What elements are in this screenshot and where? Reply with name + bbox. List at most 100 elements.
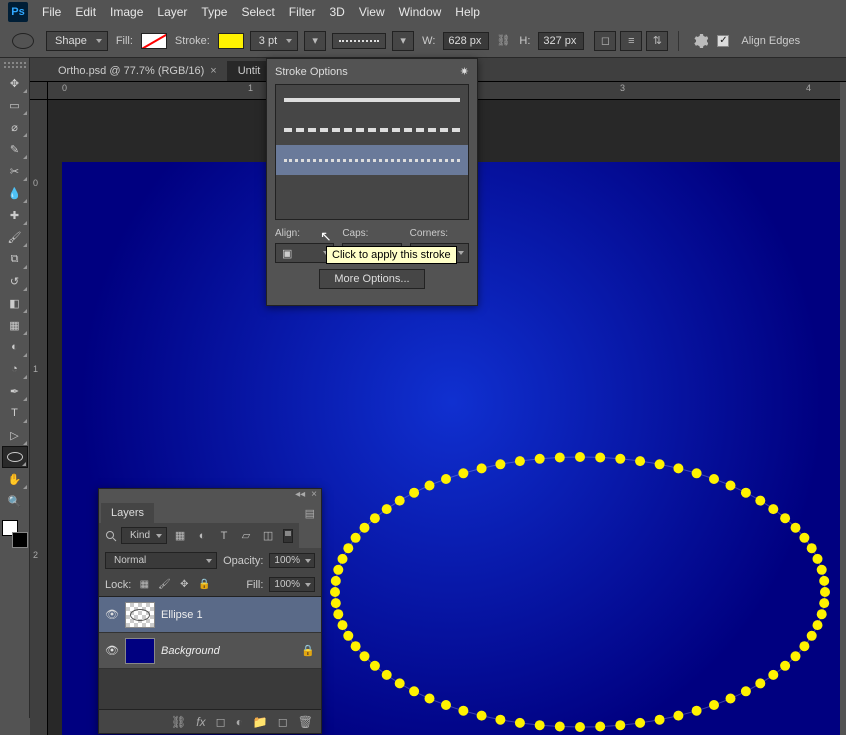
path-operations-icon[interactable]: ◻	[594, 31, 616, 51]
menu-window[interactable]: Window	[399, 5, 442, 19]
layer-name[interactable]: Ellipse 1	[161, 609, 203, 621]
zoom-tool[interactable]: 🔍	[2, 490, 28, 512]
lock-transparency-icon[interactable]: ▦	[137, 578, 151, 592]
filter-pixel-icon[interactable]: ▦	[171, 528, 189, 544]
ruler-corner	[30, 82, 48, 100]
blur-tool[interactable]: ◐	[2, 336, 28, 358]
eyedropper-tool[interactable]: 💧	[2, 182, 28, 204]
fill-input[interactable]: 100%	[269, 577, 315, 592]
layer-row[interactable]: 👁 Ellipse 1	[99, 597, 321, 633]
path-select-tool[interactable]: ▷	[2, 424, 28, 446]
layer-fx-icon[interactable]: fx	[196, 715, 205, 729]
path-arrangement-icon[interactable]: ⇅	[646, 31, 668, 51]
lock-all-icon[interactable]: 🔒	[197, 578, 211, 592]
menu-edit[interactable]: Edit	[75, 5, 96, 19]
type-tool[interactable]: T	[2, 402, 28, 424]
gear-icon[interactable]	[689, 31, 711, 51]
lock-label: Lock:	[105, 579, 131, 591]
width-input[interactable]: 628 px	[443, 32, 489, 50]
menu-3d[interactable]: 3D	[329, 5, 344, 19]
stamp-tool[interactable]: ⧉	[2, 248, 28, 270]
eraser-tool[interactable]: ◧	[2, 292, 28, 314]
layer-thumbnail[interactable]	[125, 638, 155, 664]
filter-kind-dropdown[interactable]: Kind	[121, 527, 167, 544]
stroke-type-dropdown[interactable]	[332, 33, 386, 49]
layer-group-icon[interactable]: 📁	[253, 715, 268, 729]
menu-layer[interactable]: Layer	[157, 5, 187, 19]
brush-tool[interactable]: 🖌	[2, 226, 28, 248]
ellipse-shape[interactable]	[330, 452, 830, 732]
ellipse-tool[interactable]	[2, 446, 28, 468]
quick-select-tool[interactable]: ✎	[2, 138, 28, 160]
menu-file[interactable]: File	[42, 5, 61, 19]
ruler-vertical[interactable]: 0 1 2 3	[30, 100, 48, 735]
visibility-icon[interactable]: 👁	[105, 644, 119, 657]
document-tab-active[interactable]: Untit	[228, 61, 272, 81]
fill-swatch[interactable]	[141, 33, 167, 49]
history-brush-tool[interactable]: ↺	[2, 270, 28, 292]
dodge-tool[interactable]: ◔	[2, 358, 28, 380]
move-tool[interactable]: ✥	[2, 72, 28, 94]
crop-tool[interactable]: ✂	[2, 160, 28, 182]
lasso-tool[interactable]: ⌀	[2, 116, 28, 138]
filter-adjustment-icon[interactable]: ◐	[193, 528, 211, 544]
visibility-icon[interactable]: 👁	[105, 608, 119, 621]
fill-label: Fill:	[246, 579, 263, 591]
panel-grip[interactable]	[4, 62, 26, 68]
background-color[interactable]	[12, 532, 28, 548]
filter-type-icon[interactable]: T	[215, 528, 233, 544]
stroke-width-dropdown[interactable]: 3 pt	[250, 31, 298, 51]
stroke-options-title: Stroke Options	[275, 66, 348, 78]
panel-menu-icon[interactable]: ▤	[299, 503, 321, 524]
lock-position-icon[interactable]: ✥	[177, 578, 191, 592]
layers-tab[interactable]: Layers	[101, 503, 154, 523]
link-layers-icon[interactable]: ⛓	[171, 715, 186, 729]
menu-view[interactable]: View	[359, 5, 385, 19]
blend-mode-dropdown[interactable]: Normal	[105, 552, 217, 569]
stroke-type-arrow[interactable]: ▾	[392, 31, 414, 51]
gradient-tool[interactable]: ▦	[2, 314, 28, 336]
menu-help[interactable]: Help	[455, 5, 480, 19]
layer-mask-icon[interactable]: ◻	[216, 715, 226, 729]
adjustment-layer-icon[interactable]: ◐	[236, 715, 243, 729]
stroke-swatch[interactable]	[218, 33, 244, 49]
color-swatches[interactable]	[2, 520, 28, 548]
layer-row[interactable]: 👁 Background 🔒	[99, 633, 321, 669]
more-options-button[interactable]: More Options...	[319, 269, 424, 289]
lock-pixels-icon[interactable]: 🖌	[157, 578, 171, 592]
stroke-width-arrow[interactable]: ▾	[304, 31, 326, 51]
lock-icon[interactable]: 🔒	[301, 644, 315, 657]
filter-shape-icon[interactable]: ▱	[237, 528, 255, 544]
panel-gear-icon[interactable]: ✷	[460, 65, 469, 78]
menu-select[interactable]: Select	[241, 5, 274, 19]
opacity-input[interactable]: 100%	[269, 553, 315, 568]
stroke-dashed-option[interactable]	[276, 115, 468, 145]
document-tab[interactable]: Ortho.psd @ 77.7% (RGB/16) ×	[48, 61, 228, 81]
tools-panel: ✥ ▭ ⌀ ✎ ✂ 💧 ✚ 🖌 ⧉ ↺ ◧ ▦ ◐ ◔ ✒ T ▷ ✋ 🔍	[0, 58, 30, 718]
link-wh-icon[interactable]: ⛓	[495, 34, 511, 47]
layer-name[interactable]: Background	[161, 645, 220, 657]
layer-thumbnail[interactable]	[125, 602, 155, 628]
shape-mode-dropdown[interactable]: Shape	[46, 31, 108, 51]
layers-panel[interactable]: ◂◂ × Layers ▤ Kind ▦ ◐ T ▱ ◫ Normal Opac…	[98, 488, 322, 734]
filter-smart-icon[interactable]: ◫	[259, 528, 277, 544]
healing-tool[interactable]: ✚	[2, 204, 28, 226]
height-input[interactable]: 327 px	[538, 32, 584, 50]
align-edges-checkbox[interactable]	[717, 35, 729, 47]
marquee-tool[interactable]: ▭	[2, 94, 28, 116]
menu-image[interactable]: Image	[110, 5, 143, 19]
pen-tool[interactable]: ✒	[2, 380, 28, 402]
menu-filter[interactable]: Filter	[289, 5, 316, 19]
collapse-icon[interactable]: ◂◂	[295, 489, 305, 503]
path-alignment-icon[interactable]: ≡	[620, 31, 642, 51]
hand-tool[interactable]: ✋	[2, 468, 28, 490]
new-layer-icon[interactable]: ◻	[278, 715, 288, 729]
close-panel-icon[interactable]: ×	[311, 489, 317, 503]
stroke-solid-option[interactable]	[276, 85, 468, 115]
filter-toggle[interactable]	[283, 529, 293, 543]
tool-preset-ellipse-icon[interactable]	[12, 33, 34, 49]
delete-layer-icon[interactable]: 🗑	[298, 715, 313, 729]
stroke-dotted-option[interactable]	[276, 145, 468, 175]
menu-type[interactable]: Type	[201, 5, 227, 19]
close-icon[interactable]: ×	[210, 65, 216, 77]
